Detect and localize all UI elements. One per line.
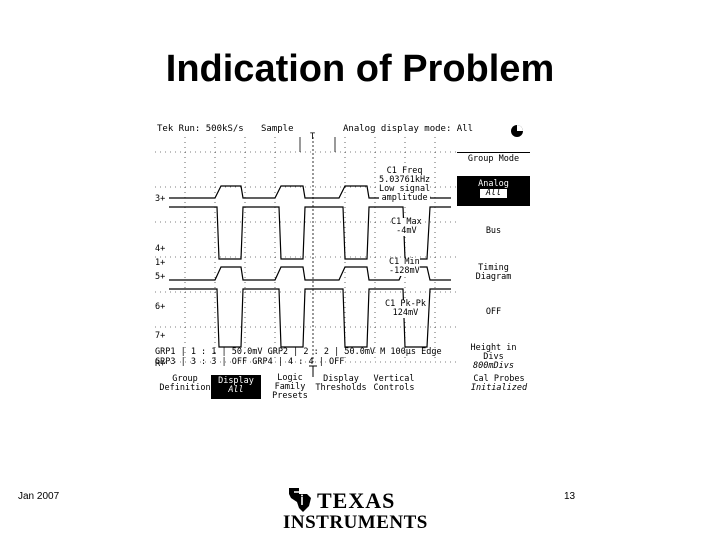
acquisition-status: Tek Run: 500kS/s [157,124,244,134]
readout-c1-max: C1 Max -4mV [391,217,422,236]
side-menu-bus-button[interactable]: Bus [457,227,530,236]
trigger-marker: T [310,132,316,142]
group-row-1: GRP1 | 1 : 1 | 50.0mV GRP2 | 2 : 2 | 50.… [155,347,442,357]
vertical-controls-button[interactable]: Vertical Controls [369,375,419,393]
readout-c1-freq: C1 Freq 5.03761kHz Low signal amplitude [379,166,431,203]
channel-marker-3: 3+ [155,194,166,204]
channel-group-table: GRP1 | 1 : 1 | 50.0mV GRP2 | 2 : 2 | 50.… [155,347,457,367]
status-indicator-icon [511,125,523,137]
channel-marker-1: 1+ [155,258,166,268]
acquisition-mode: Sample [261,124,294,134]
group-row-2: GRP3 | 3 : 3 | OFF GRP4 | 4 : 4 | OFF [155,357,345,367]
footer-date: Jan 2007 [18,491,60,502]
side-menu-timing-diagram-button[interactable]: Timing Diagram [457,264,530,282]
slide-title: Indication of Problem [165,48,555,90]
texas-instruments-logo: TEXAS INSTRUMENTS [283,486,427,534]
channel-marker-4: 4+ [155,244,166,254]
logo-word-texas: TEXAS [317,488,396,513]
display-mode-label: Analog display mode: All [343,124,474,134]
readout-c1-min: C1 Min -128mV [389,257,420,276]
oscilloscope-screen: Tek Run: 500kS/s Sample Analog display m… [155,122,530,403]
logo-word-instruments: INSTRUMENTS [283,512,428,533]
side-menu-title: Group Mode [457,152,530,164]
channel-marker-7: 7+ [155,331,166,341]
side-menu-height-button[interactable]: Height in Divs 800mDivs [457,344,530,371]
ti-state-icon [289,488,311,512]
readout-c1-pkpk: C1 Pk-Pk 124mV [385,299,426,318]
display-all-button[interactable]: Display All [211,375,261,399]
footer-page-number: 13 [564,491,576,502]
cal-probes-button[interactable]: Cal Probes Initialized [469,375,529,393]
channel-marker-5: 5+ [155,272,166,282]
display-thresholds-button[interactable]: Display Thresholds [315,375,367,393]
channel-marker-6: 6+ [155,302,166,312]
side-menu-analog-button[interactable]: Analog All [457,176,530,206]
group-definition-button[interactable]: Group Definition [159,375,211,393]
logic-family-presets-button[interactable]: Logic Family Presets [265,374,315,401]
side-menu-off-button[interactable]: OFF [457,308,530,317]
